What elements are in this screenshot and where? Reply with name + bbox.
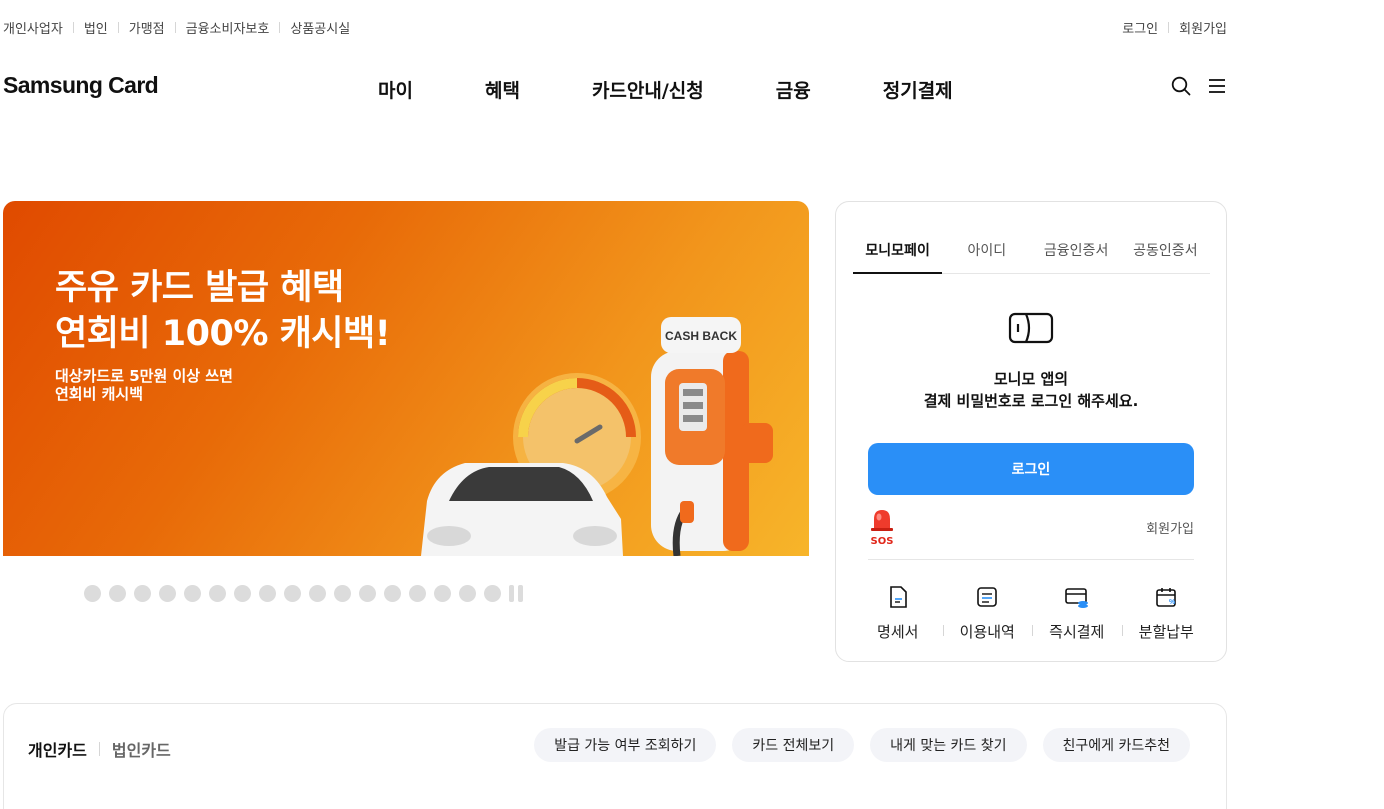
quick-label-usage-history: 이용내역 [959, 623, 1015, 641]
nav-item-my[interactable]: 마이 [378, 76, 413, 103]
svg-text:%: % [1169, 599, 1176, 606]
recommend-card-button[interactable]: 친구에게 카드추천 [1042, 728, 1190, 762]
nav-item-recurring-payment[interactable]: 정기결제 [883, 76, 953, 103]
wallet-icon [1008, 311, 1054, 349]
view-all-cards-button[interactable]: 카드 전체보기 [732, 728, 855, 762]
login-message: 모니모 앱의 결제 비밀번호로 로그인 해주세요. [836, 368, 1226, 412]
util-link-sole-proprietor[interactable]: 개인사업자 [3, 18, 63, 37]
carousel-dot[interactable] [209, 585, 226, 602]
quick-label-instant-payment: 즉시결제 [1049, 623, 1105, 641]
svg-text:CASH BACK: CASH BACK [665, 329, 737, 343]
quick-label-installment: 분할납부 [1138, 623, 1194, 641]
top-join-link[interactable]: 회원가입 [1179, 18, 1227, 37]
search-icon[interactable] [1171, 76, 1191, 100]
hamburger-menu-icon[interactable] [1208, 78, 1226, 98]
utility-account-links: 로그인 회원가입 [1122, 18, 1227, 37]
carousel-dot[interactable] [234, 585, 251, 602]
util-link-corporate[interactable]: 법인 [84, 18, 108, 37]
carousel-dot[interactable] [434, 585, 451, 602]
nav-item-card-guide[interactable]: 카드안내/신청 [592, 76, 704, 103]
tab-corporate-card[interactable]: 법인카드 [112, 737, 171, 761]
carousel-dot[interactable] [159, 585, 176, 602]
divider [868, 559, 1194, 560]
tab-monimo-pay[interactable]: 모니모페이 [853, 240, 943, 274]
divider [279, 22, 281, 33]
carousel-dot[interactable] [334, 585, 351, 602]
join-link[interactable]: 회원가입 [1146, 518, 1194, 537]
carousel-dot[interactable] [459, 585, 476, 602]
nav-item-benefits[interactable]: 혜택 [485, 76, 520, 103]
top-login-link[interactable]: 로그인 [1122, 18, 1158, 37]
divider [1168, 22, 1170, 33]
carousel-dot[interactable] [84, 585, 101, 602]
quick-item-instant-payment[interactable]: 즉시결제 [1032, 585, 1122, 642]
carousel-pagination [84, 585, 527, 602]
banner-title: 주유 카드 발급 혜택 연회비 100% 캐시백! [55, 265, 391, 357]
sos-button[interactable]: SOS [869, 507, 895, 547]
banner-sub-line-1: 대상카드로 5만원 이상 쓰면 [55, 367, 233, 385]
divider [72, 22, 74, 33]
find-my-card-button[interactable]: 내게 맞는 카드 찾기 [870, 728, 1027, 762]
quick-label-statement: 명세서 [877, 623, 919, 641]
main-nav: 마이 혜택 카드안내/신청 금융 정기결제 [378, 76, 953, 103]
util-link-product-disclosure[interactable]: 상품공시실 [290, 18, 350, 37]
banner-sub-line-2: 연회비 캐시백 [55, 385, 144, 403]
carousel-dot[interactable] [109, 585, 126, 602]
quick-menu: 명세서 이용내역 즉시결제 % 분할납부 [853, 585, 1211, 642]
carousel-dot[interactable] [359, 585, 376, 602]
util-link-consumer-protection[interactable]: 금융소비자보호 [186, 18, 270, 37]
divider [174, 22, 176, 33]
tab-financial-certificate[interactable]: 금융인증서 [1032, 240, 1121, 273]
siren-icon [871, 510, 893, 531]
login-message-line-2: 결제 비밀번호로 로그인 해주세요. [923, 392, 1139, 410]
carousel-dot[interactable] [309, 585, 326, 602]
instant-payment-icon [1064, 588, 1088, 608]
quick-item-installment[interactable]: % 분할납부 [1121, 585, 1212, 642]
card-actions: 발급 가능 여부 조회하기 카드 전체보기 내게 맞는 카드 찾기 친구에게 카… [518, 728, 1190, 762]
statement-icon [889, 586, 907, 608]
carousel-dot[interactable] [384, 585, 401, 602]
login-tabs: 모니모페이 아이디 금융인증서 공동인증서 [853, 240, 1210, 274]
login-button[interactable]: 로그인 [868, 443, 1194, 495]
banner-title-line-2: 연회비 100% 캐시백! [55, 314, 391, 354]
banner-subtitle: 대상카드로 5만원 이상 쓰면 연회비 캐시백 [55, 367, 233, 403]
nav-item-finance[interactable]: 금융 [776, 76, 811, 103]
quick-item-usage-history[interactable]: 이용내역 [942, 585, 1033, 642]
divider [117, 22, 119, 33]
utility-nav: 개인사업자 법인 가맹점 금융소비자보호 상품공시실 [3, 18, 350, 37]
banner-title-line-1: 주유 카드 발급 혜택 [55, 268, 344, 308]
sos-label: SOS [870, 536, 894, 547]
quick-item-statement[interactable]: 명세서 [853, 585, 943, 642]
check-eligibility-button[interactable]: 발급 가능 여부 조회하기 [534, 728, 717, 762]
samsung-card-logo[interactable]: Samsung Card [3, 72, 159, 99]
carousel-dot[interactable] [184, 585, 201, 602]
calendar-percent-icon: % [1156, 588, 1176, 607]
login-panel: 모니모페이 아이디 금융인증서 공동인증서 모니모 앱의 결제 비밀번호로 로그… [835, 201, 1227, 662]
carousel-dot[interactable] [259, 585, 276, 602]
tab-personal-card[interactable]: 개인카드 [28, 737, 87, 761]
usage-history-icon [977, 587, 998, 607]
promo-banner[interactable]: CASH BACK 주유 카드 발급 혜택 연회비 100% 캐시백! 대상카드… [3, 201, 809, 556]
card-type-tabs: 개인카드 법인카드 [28, 737, 171, 761]
login-message-line-1: 모니모 앱의 [993, 370, 1069, 388]
card-section: 개인카드 법인카드 발급 가능 여부 조회하기 카드 전체보기 내게 맞는 카드… [3, 703, 1227, 809]
carousel-dot[interactable] [484, 585, 501, 602]
divider [98, 742, 100, 756]
carousel-dot[interactable] [284, 585, 301, 602]
tab-id[interactable]: 아이디 [942, 240, 1031, 273]
pause-icon[interactable] [509, 585, 527, 602]
carousel-dot[interactable] [134, 585, 151, 602]
carousel-dot[interactable] [409, 585, 426, 602]
util-link-merchant[interactable]: 가맹점 [129, 18, 165, 37]
tab-joint-certificate[interactable]: 공동인증서 [1121, 240, 1210, 273]
